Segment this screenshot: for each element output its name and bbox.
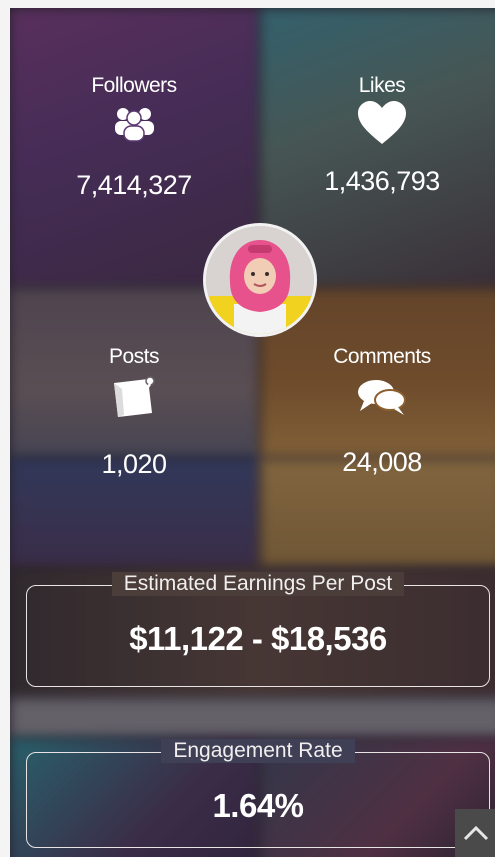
- avatar[interactable]: [203, 223, 317, 337]
- likes-label: Likes: [358, 74, 406, 97]
- posts-count: 1,020: [101, 449, 167, 479]
- engagement-panel: Engagement Rate 1.64%: [26, 739, 490, 848]
- posts-label: Posts: [108, 345, 160, 368]
- post-note-icon: [114, 376, 155, 417]
- likes-stat: Likes 1,436,793: [282, 74, 482, 197]
- likes-count: 1,436,793: [324, 166, 440, 196]
- followers-stat: Followers 7,414,327: [34, 74, 234, 201]
- comments-count: 24,008: [342, 447, 422, 477]
- posts-stat: Posts 1,020: [34, 345, 234, 480]
- earnings-panel: Estimated Earnings Per Post $11,122 - $1…: [26, 572, 490, 687]
- followers-count: 7,414,327: [76, 170, 192, 200]
- heart-icon: [358, 101, 406, 144]
- people-group-icon: [115, 108, 154, 142]
- engagement-value: 1.64%: [212, 787, 304, 824]
- earnings-title: Estimated Earnings Per Post: [111, 572, 405, 596]
- chat-bubbles-icon: [358, 380, 406, 415]
- chevron-up-icon: [463, 825, 489, 841]
- avatar-image: [206, 226, 314, 334]
- profile-stats-card: Followers 7,414,327 Likes 1,436,793 Post…: [10, 8, 495, 857]
- engagement-title: Engagement Rate: [161, 739, 355, 763]
- followers-label: Followers: [91, 74, 177, 97]
- comments-stat: Comments 24,008: [282, 345, 482, 478]
- earnings-value: $11,122 - $18,536: [129, 620, 387, 657]
- comments-label: Comments: [333, 345, 431, 368]
- scroll-top-button[interactable]: [455, 809, 495, 857]
